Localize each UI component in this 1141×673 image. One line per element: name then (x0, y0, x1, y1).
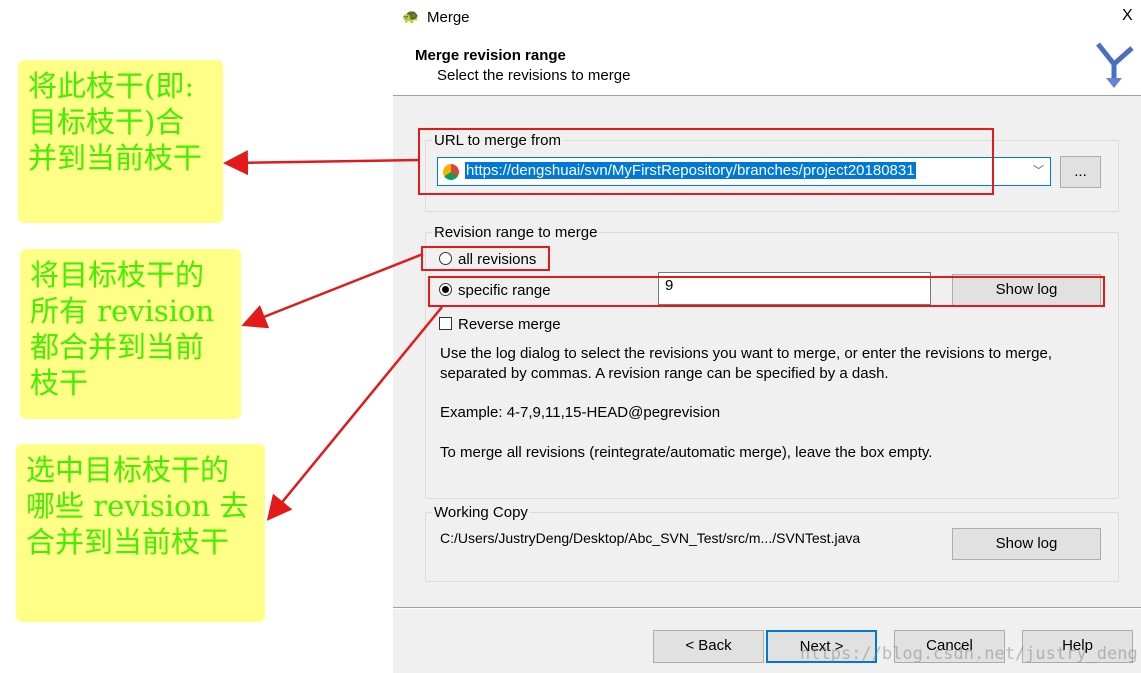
arrow-specific (266, 306, 443, 521)
arrow-all (241, 252, 424, 329)
arrow-url (223, 150, 419, 176)
annotation-arrows (223, 150, 443, 521)
